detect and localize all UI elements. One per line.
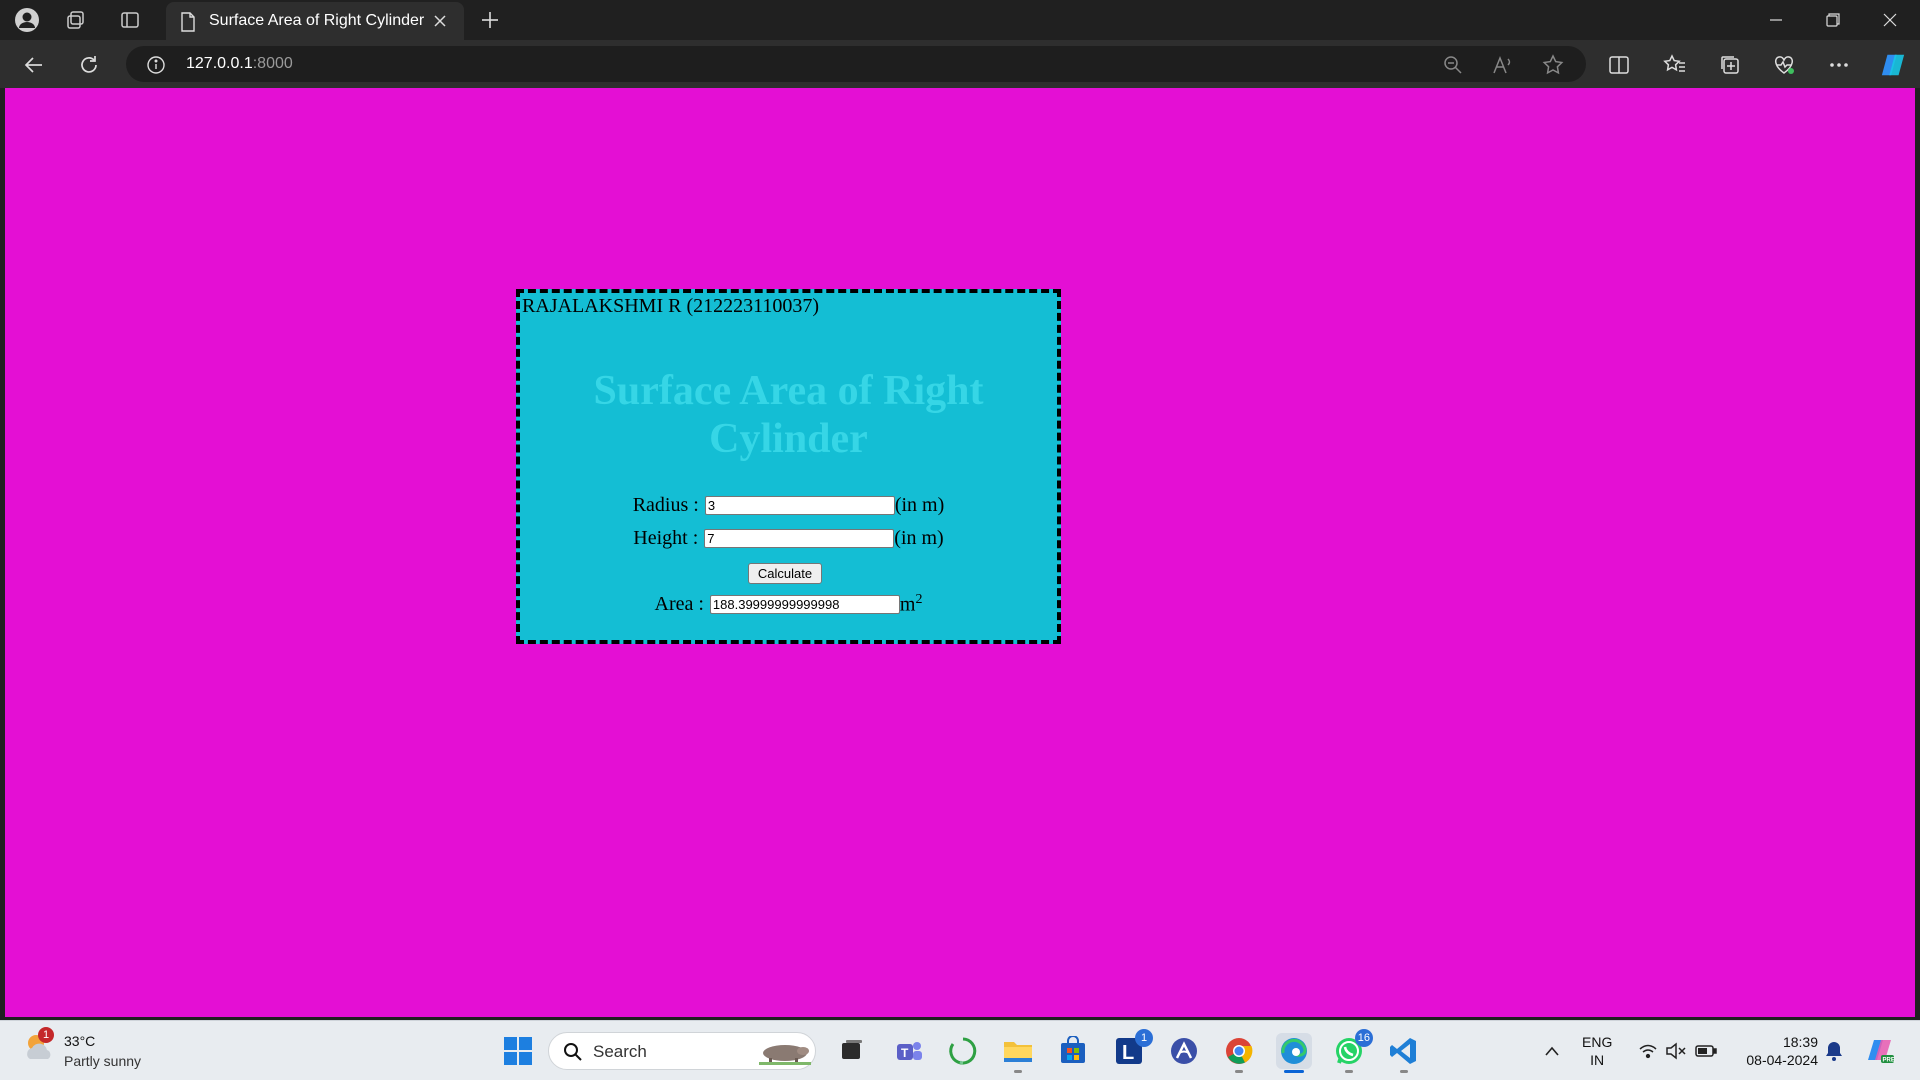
wifi-icon[interactable] xyxy=(1636,1033,1660,1069)
browser-toolbar: 127.0.0.1:8000 xyxy=(0,40,1920,88)
minimize-icon[interactable] xyxy=(1764,8,1788,32)
taskbar-search[interactable]: Search xyxy=(548,1032,816,1070)
file-explorer-icon[interactable] xyxy=(1000,1033,1036,1073)
start-icon[interactable] xyxy=(500,1033,536,1069)
collections-icon[interactable] xyxy=(1717,52,1743,78)
radius-label: Radius : xyxy=(632,494,699,516)
address-bar[interactable]: 127.0.0.1:8000 xyxy=(126,46,1586,82)
tab-active[interactable]: Surface Area of Right Cylinder xyxy=(166,2,464,40)
browser-essentials-icon[interactable] xyxy=(1771,52,1797,78)
height-input[interactable] xyxy=(704,529,895,548)
radius-unit: (in m) xyxy=(894,494,945,516)
radius-input[interactable] xyxy=(704,496,895,515)
weather-widget[interactable]: 1 33°C Partly sunny xyxy=(22,1027,141,1069)
calculate-button[interactable]: Calculate xyxy=(748,563,822,584)
author-text: RAJALAKSHMI R (212223110037) xyxy=(522,295,820,317)
height-unit: (in m) xyxy=(894,527,944,549)
lens-badge: 1 xyxy=(1135,1029,1153,1047)
browser-tab-bar: Surface Area of Right Cylinder xyxy=(0,0,1920,40)
volume-muted-icon[interactable] xyxy=(1664,1033,1688,1069)
close-tab-icon[interactable] xyxy=(432,13,448,29)
refresh-icon[interactable] xyxy=(76,52,102,78)
back-icon[interactable] xyxy=(21,52,47,78)
language-indicator[interactable]: ENG IN xyxy=(1582,1033,1612,1069)
search-placeholder: Search xyxy=(593,1042,647,1061)
radius-row: Radius : (in m) xyxy=(520,494,1057,517)
area-unit: m2 xyxy=(899,592,923,616)
page-viewport: RAJALAKSHMI R (212223110037) Surface Are… xyxy=(5,88,1915,1017)
restore-icon[interactable] xyxy=(1821,8,1845,32)
svg-text:PRE: PRE xyxy=(1883,1058,1895,1064)
show-hidden-icons-icon[interactable] xyxy=(1534,1033,1570,1069)
workspaces-icon[interactable] xyxy=(62,6,90,34)
height-row: Height : (in m) xyxy=(520,527,1057,550)
profile-icon[interactable] xyxy=(13,6,41,34)
teams-icon[interactable]: T xyxy=(891,1033,927,1069)
sync-app-icon[interactable] xyxy=(945,1033,981,1069)
zoom-out-icon[interactable] xyxy=(1440,52,1466,78)
favorite-star-icon[interactable] xyxy=(1540,52,1566,78)
page-title: Surface Area of Right Cylinder xyxy=(593,368,984,462)
page-icon xyxy=(180,12,196,32)
whatsapp-badge: 16 xyxy=(1354,1029,1373,1047)
read-aloud-icon[interactable] xyxy=(1490,52,1516,78)
site-info-icon[interactable] xyxy=(146,55,166,75)
whatsapp-icon[interactable]: 16 xyxy=(1331,1029,1373,1073)
arc-app-icon[interactable] xyxy=(1166,1033,1202,1069)
more-options-icon[interactable] xyxy=(1826,52,1852,78)
weather-temp: 33°C xyxy=(64,1033,96,1049)
battery-icon[interactable] xyxy=(1694,1033,1718,1069)
store-icon[interactable] xyxy=(1055,1033,1091,1069)
close-window-icon[interactable] xyxy=(1878,8,1902,32)
height-label: Height : xyxy=(633,527,699,549)
area-output[interactable] xyxy=(709,594,900,614)
weather-badge: 1 xyxy=(38,1027,54,1043)
copilot-icon[interactable] xyxy=(1880,52,1906,78)
new-tab-icon[interactable] xyxy=(478,8,502,32)
lens-app-icon[interactable]: L 1 xyxy=(1111,1029,1153,1069)
url-text: 127.0.0.1:8000 xyxy=(186,55,293,72)
notification-bell-icon[interactable] xyxy=(1818,1033,1850,1069)
clock[interactable]: 18:39 08-04-2024 xyxy=(1730,1033,1818,1069)
taskbar: 1 33°C Partly sunny Search T L 1 16 ENG … xyxy=(0,1020,1920,1080)
copilot-taskbar-icon[interactable]: PRE xyxy=(1862,1033,1898,1069)
task-view-icon[interactable] xyxy=(834,1033,870,1069)
edge-icon[interactable] xyxy=(1276,1033,1312,1073)
weather-condition: Partly sunny xyxy=(64,1053,142,1069)
search-highlight-icon xyxy=(759,1045,811,1065)
tab-title: Surface Area of Right Cylinder xyxy=(209,12,425,29)
chrome-icon[interactable] xyxy=(1221,1033,1257,1073)
svg-text:T: T xyxy=(901,1046,909,1060)
calculator-card: RAJALAKSHMI R (212223110037) Surface Are… xyxy=(516,289,1061,644)
tab-actions-icon[interactable] xyxy=(116,6,144,34)
area-row: Area : m2 xyxy=(520,592,1057,617)
split-screen-icon[interactable] xyxy=(1606,52,1632,78)
area-label: Area : xyxy=(654,592,704,615)
vscode-icon[interactable] xyxy=(1386,1033,1422,1073)
favorites-icon[interactable] xyxy=(1662,52,1688,78)
svg-text:L: L xyxy=(1122,1042,1134,1064)
search-icon xyxy=(564,1043,582,1061)
